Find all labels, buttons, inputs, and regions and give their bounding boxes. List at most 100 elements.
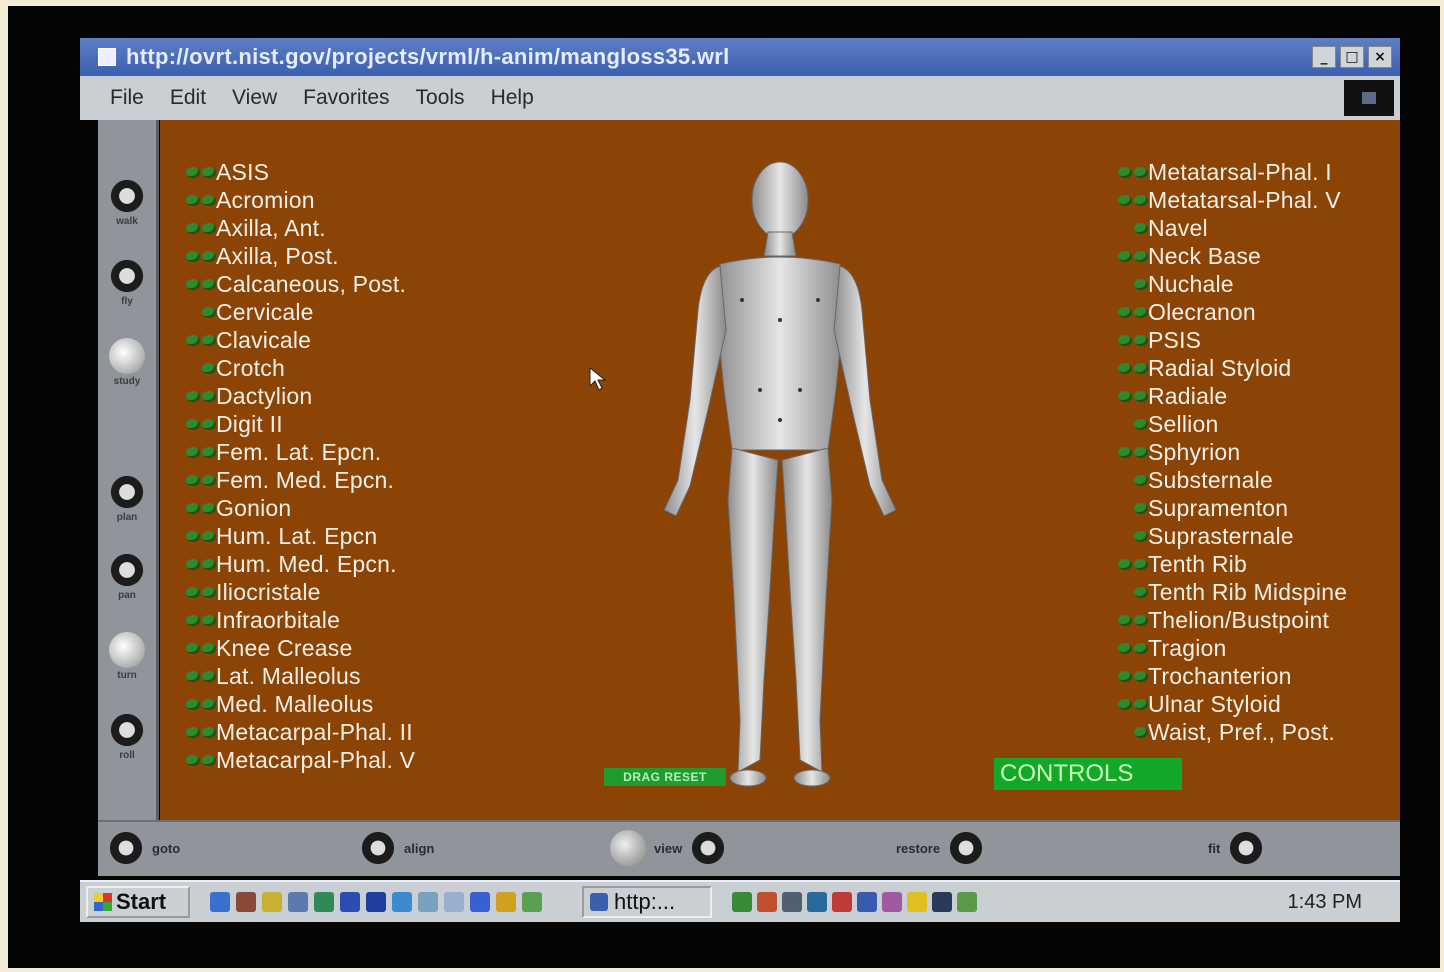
menu-file[interactable]: File [110,86,144,110]
landmark-item[interactable]: Digit II [170,410,415,438]
landmark-toggle[interactable] [170,390,216,402]
landmark-toggle[interactable] [170,726,216,738]
landmark-item[interactable]: Tragion [1102,634,1347,662]
landmark-item[interactable]: Navel [1102,214,1347,242]
landmark-item[interactable]: Tenth Rib Midspine [1102,578,1347,606]
tray-icon[interactable] [907,892,927,912]
landmark-toggle[interactable] [170,446,216,458]
landmark-toggle[interactable] [170,698,216,710]
landmark-item[interactable]: Trochanterion [1102,662,1347,690]
landmark-item[interactable]: Thelion/Bustpoint [1102,606,1347,634]
landmark-item[interactable]: Infraorbitale [170,606,415,634]
maximize-button[interactable]: □ [1340,46,1364,68]
menu-tools[interactable]: Tools [416,86,465,110]
quicklaunch-app-icon[interactable] [470,892,490,912]
quicklaunch-app-icon[interactable] [210,892,230,912]
menu-edit[interactable]: Edit [170,86,206,110]
human-figure-model[interactable] [630,160,930,800]
landmark-item[interactable]: Olecranon [1102,298,1347,326]
drag-reset-button[interactable]: DRAG RESET [604,768,726,786]
landmark-item[interactable]: Suprasternale [1102,522,1347,550]
landmark-item[interactable]: Supramenton [1102,494,1347,522]
vrml-viewport[interactable]: ASIS Acromion Axilla, Ant. Axilla, Post. Cal… [160,120,1400,820]
landmark-item[interactable]: Neck Base [1102,242,1347,270]
tray-icon[interactable] [882,892,902,912]
tray-icon[interactable] [782,892,802,912]
tray-icon[interactable] [832,892,852,912]
landmark-toggle[interactable] [170,250,216,262]
quicklaunch-app-icon[interactable] [392,892,412,912]
landmark-item[interactable]: Metacarpal-Phal. V [170,746,415,774]
pan-button[interactable]: pan [102,552,152,601]
tray-icon[interactable] [957,892,977,912]
goto-button[interactable]: goto [108,830,180,866]
landmark-item[interactable]: Waist, Pref., Post. [1102,718,1347,746]
menu-view[interactable]: View [232,86,277,110]
start-button[interactable]: Start [86,886,190,918]
landmark-item[interactable]: Fem. Lat. Epcn. [170,438,415,466]
title-bar[interactable]: http://ovrt.nist.gov/projects/vrml/h-ani… [80,38,1400,76]
quicklaunch-app-icon[interactable] [496,892,516,912]
landmark-toggle[interactable] [1102,334,1148,346]
landmark-toggle[interactable] [1102,362,1148,374]
landmark-toggle[interactable] [1102,250,1148,262]
landmark-item[interactable]: Knee Crease [170,634,415,662]
landmark-toggle[interactable] [1102,306,1148,318]
quicklaunch-app-icon[interactable] [522,892,542,912]
landmark-item[interactable]: PSIS [1102,326,1347,354]
landmark-toggle[interactable] [170,502,216,514]
quicklaunch-app-icon[interactable] [444,892,464,912]
landmark-toggle[interactable] [1102,390,1148,402]
tray-icon[interactable] [732,892,752,912]
landmark-item[interactable]: Radial Styloid [1102,354,1347,382]
fit-button[interactable]: fit [1208,830,1265,866]
landmark-toggle[interactable] [1102,586,1148,598]
landmark-toggle[interactable] [1102,558,1148,570]
restore-button[interactable]: restore [896,830,985,866]
controls-button[interactable]: CONTROLS [994,758,1182,790]
landmark-toggle[interactable] [170,614,216,626]
landmark-toggle[interactable] [1102,614,1148,626]
landmark-toggle[interactable] [1102,194,1148,206]
landmark-item[interactable]: Nuchale [1102,270,1347,298]
landmark-toggle[interactable] [170,222,216,234]
close-button[interactable]: × [1368,46,1392,68]
quicklaunch-app-icon[interactable] [288,892,308,912]
quicklaunch-app-icon[interactable] [366,892,386,912]
landmark-item[interactable]: Axilla, Ant. [170,214,415,242]
landmark-item[interactable]: Clavicale [170,326,415,354]
walk-button[interactable]: walk [102,178,152,227]
quicklaunch-app-icon[interactable] [236,892,256,912]
landmark-toggle[interactable] [170,278,216,290]
landmark-toggle[interactable] [170,670,216,682]
turn-button[interactable]: turn [102,632,152,681]
landmark-item[interactable]: ASIS [170,158,415,186]
landmark-item[interactable]: Sphyrion [1102,438,1347,466]
landmark-item[interactable]: Iliocristale [170,578,415,606]
landmark-toggle[interactable] [170,558,216,570]
tray-icon[interactable] [932,892,952,912]
landmark-item[interactable]: Metatarsal-Phal. V [1102,186,1347,214]
landmark-item[interactable]: Gonion [170,494,415,522]
landmark-toggle[interactable] [170,530,216,542]
landmark-toggle[interactable] [1102,166,1148,178]
view-button[interactable]: view [610,830,727,866]
study-button[interactable]: study [102,338,152,387]
landmark-item[interactable]: Cervicale [170,298,415,326]
landmark-toggle[interactable] [1102,670,1148,682]
landmark-item[interactable]: Metatarsal-Phal. I [1102,158,1347,186]
landmark-item[interactable]: Hum. Med. Epcn. [170,550,415,578]
landmark-item[interactable]: Acromion [170,186,415,214]
landmark-item[interactable]: Dactylion [170,382,415,410]
landmark-item[interactable]: Crotch [170,354,415,382]
landmark-toggle[interactable] [1102,474,1148,486]
minimize-button[interactable]: _ [1312,46,1336,68]
landmark-item[interactable]: Sellion [1102,410,1347,438]
taskbar-browser-task[interactable]: http:... [582,886,712,918]
landmark-item[interactable]: Axilla, Post. [170,242,415,270]
landmark-toggle[interactable] [170,586,216,598]
align-button[interactable]: align [360,830,434,866]
landmark-toggle[interactable] [170,334,216,346]
landmark-toggle[interactable] [1102,418,1148,430]
landmark-item[interactable]: Metacarpal-Phal. II [170,718,415,746]
